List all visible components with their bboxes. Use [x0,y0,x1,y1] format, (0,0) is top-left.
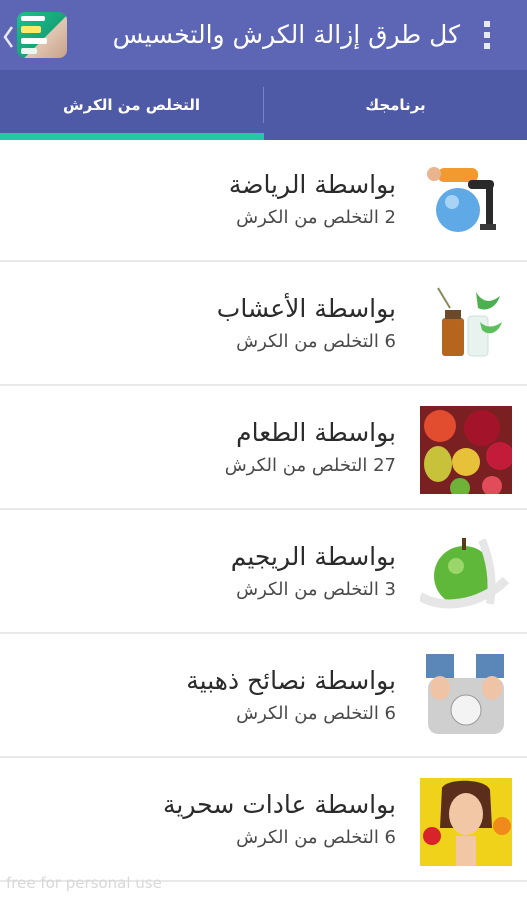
woman-fruit-image [420,778,512,866]
item-subtitle: 2 التخلص من الكرش [236,207,396,228]
app-bar: كل طرق إزالة الكرش والتخسيس [0,0,527,70]
item-title: بواسطة الرياضة [228,170,396,199]
overflow-menu-icon[interactable] [472,14,502,56]
item-title: بواسطة عادات سحرية [163,790,396,819]
app-title: كل طرق إزالة الكرش والتخسيس [112,20,460,49]
list-item[interactable]: بواسطة الأعشاب 6 التخلص من الكرش [0,264,527,386]
item-title: بواسطة الطعام [236,418,396,447]
scale-feet-image [426,654,504,734]
list-item[interactable]: بواسطة الرياضة 2 التخلص من الكرش [0,140,527,262]
watermark: free for personal use [6,874,162,892]
tab-your-program[interactable]: برنامجك [264,70,527,140]
up-button[interactable] [2,12,68,58]
fruits-image [420,406,512,494]
tab-bar: برنامجك التخلص من الكرش [0,70,527,140]
item-subtitle: 6 التخلص من الكرش [236,703,396,724]
chevron-left-icon [3,26,14,48]
list-item[interactable]: بواسطة عادات سحرية 6 التخلص من الكرش [0,760,527,882]
herbs-bottle-image [437,287,502,357]
selected-tab-indicator [0,133,264,140]
item-subtitle: 3 التخلص من الكرش [236,579,396,600]
list-item[interactable]: بواسطة الطعام 27 التخلص من الكرش [0,388,527,510]
item-subtitle: 27 التخلص من الكرش [224,455,396,476]
list-item[interactable]: بواسطة الريجيم 3 التخلص من الكرش [0,512,527,634]
tab-lose-belly[interactable]: التخلص من الكرش [0,70,263,140]
tab-divider [263,87,264,123]
item-title: بواسطة الريجيم [230,542,396,571]
item-title: بواسطة الأعشاب [216,294,396,323]
apple-tape-image [420,538,510,609]
item-title: بواسطة نصائح ذهبية [186,666,396,695]
list-item[interactable]: بواسطة نصائح ذهبية 6 التخلص من الكرش [0,636,527,758]
exercise-ball-image [427,167,496,232]
item-subtitle: 6 التخلص من الكرش [236,827,396,848]
item-subtitle: 6 التخلص من الكرش [236,331,396,352]
